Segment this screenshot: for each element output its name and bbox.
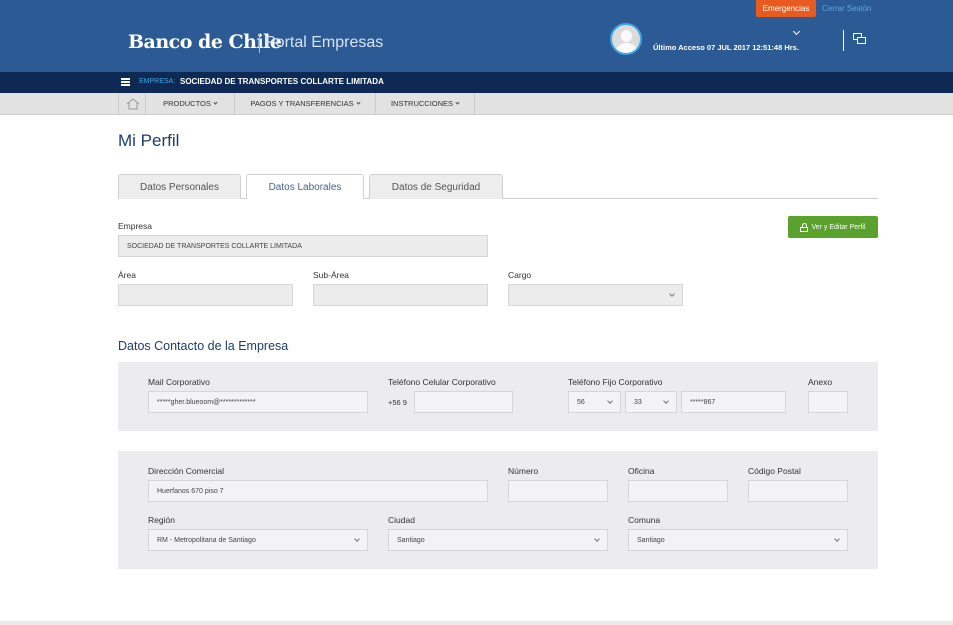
tab-datos-personales[interactable]: Datos Personales <box>118 174 241 199</box>
chevron-down-icon <box>354 536 360 542</box>
fixed-phone-label: Teléfono Fijo Corporativo <box>568 377 663 387</box>
edit-profile-button[interactable]: Ver y Editar Perfil <box>788 216 878 238</box>
ciudad-select: Santiago <box>388 529 608 551</box>
numero-field <box>508 480 608 502</box>
oficina-label: Oficina <box>628 466 655 476</box>
direccion-field: Huerfanos 670 piso 7 <box>148 480 488 502</box>
main-nav: PRODUCTOS PAGOS Y TRANSFERENCIAS INSTRUC… <box>0 93 953 115</box>
company-name: SOCIEDAD DE TRANSPORTES COLLARTE LIMITAD… <box>180 77 384 86</box>
postal-label: Código Postal <box>748 466 801 476</box>
company-bar: EMPRESA: SOCIEDAD DE TRANSPORTES COLLART… <box>0 72 953 93</box>
footer-divider <box>0 621 953 625</box>
fixed-area-select: 33 <box>625 391 677 413</box>
cargo-label: Cargo <box>508 270 532 280</box>
chevron-down-icon <box>355 100 361 105</box>
menu-icon[interactable] <box>121 78 130 86</box>
emergency-button[interactable]: Emergencias <box>756 0 816 17</box>
anexo-label: Anexo <box>808 377 833 387</box>
numero-label: Número <box>508 466 539 476</box>
region-label: Región <box>148 515 175 525</box>
mail-field: *****gher.blueoom@************* <box>148 391 368 413</box>
subarea-field <box>313 284 488 306</box>
tab-datos-seguridad[interactable]: Datos de Seguridad <box>369 174 503 199</box>
chevron-down-icon <box>669 291 675 297</box>
chevron-down-icon[interactable] <box>792 27 801 36</box>
chevron-down-icon <box>594 536 600 542</box>
chat-icon[interactable] <box>853 33 867 45</box>
user-avatar-icon[interactable] <box>610 23 642 55</box>
area-field <box>118 284 293 306</box>
cargo-select <box>508 284 683 306</box>
anexo-field <box>808 391 848 413</box>
company-label: EMPRESA: <box>139 78 176 85</box>
logo-divider <box>259 34 260 53</box>
postal-field <box>748 480 848 502</box>
direccion-label: Dirección Comercial <box>148 466 225 476</box>
last-access-text: Último Acceso 07 JUL 2017 12:51:48 Hrs. <box>653 43 799 52</box>
fixed-phone-field: *****867 <box>681 391 786 413</box>
lock-icon <box>800 222 809 232</box>
tab-datos-laborales[interactable]: Datos Laborales <box>246 174 364 199</box>
chevron-down-icon <box>607 398 613 404</box>
oficina-field <box>628 480 728 502</box>
portal-name: Portal Empresas <box>265 34 384 51</box>
empresa-field: SOCIEDAD DE TRANSPORTES COLLARTE LIMITAD… <box>118 235 488 257</box>
logout-link[interactable]: Cerrar Sesión <box>822 4 871 13</box>
page-title: Mi Perfil <box>118 131 180 150</box>
header-divider <box>843 30 844 51</box>
nav-productos[interactable]: PRODUCTOS <box>146 93 235 115</box>
area-label: Área <box>118 270 136 280</box>
nav-instrucciones[interactable]: INSTRUCCIONES <box>376 93 475 115</box>
empresa-label: Empresa <box>118 221 153 231</box>
chevron-down-icon <box>663 398 669 404</box>
subarea-label: Sub-Área <box>313 270 349 280</box>
nav-pagos-transferencias[interactable]: PAGOS Y TRANSFERENCIAS <box>235 93 376 115</box>
chevron-down-icon <box>213 100 218 105</box>
contact-section-title: Datos Contacto de la Empresa <box>118 339 289 353</box>
mail-label: Mail Corporativo <box>148 377 210 387</box>
comuna-select: Santiago <box>628 529 848 551</box>
home-icon <box>126 98 140 110</box>
home-button[interactable] <box>118 93 146 115</box>
cell-prefix: +56 9 <box>388 398 407 407</box>
top-header: Banco de Chile Portal Empresas Emergenci… <box>0 0 953 72</box>
chevron-down-icon <box>455 100 460 105</box>
cell-label: Teléfono Celular Corporativo <box>388 377 496 387</box>
comuna-label: Comuna <box>628 515 661 525</box>
ciudad-label: Ciudad <box>388 515 415 525</box>
chevron-down-icon <box>834 536 840 542</box>
fixed-country-select: 56 <box>568 391 621 413</box>
cell-field <box>414 391 513 413</box>
region-select: RM - Metropolitana de Santiago <box>148 529 368 551</box>
